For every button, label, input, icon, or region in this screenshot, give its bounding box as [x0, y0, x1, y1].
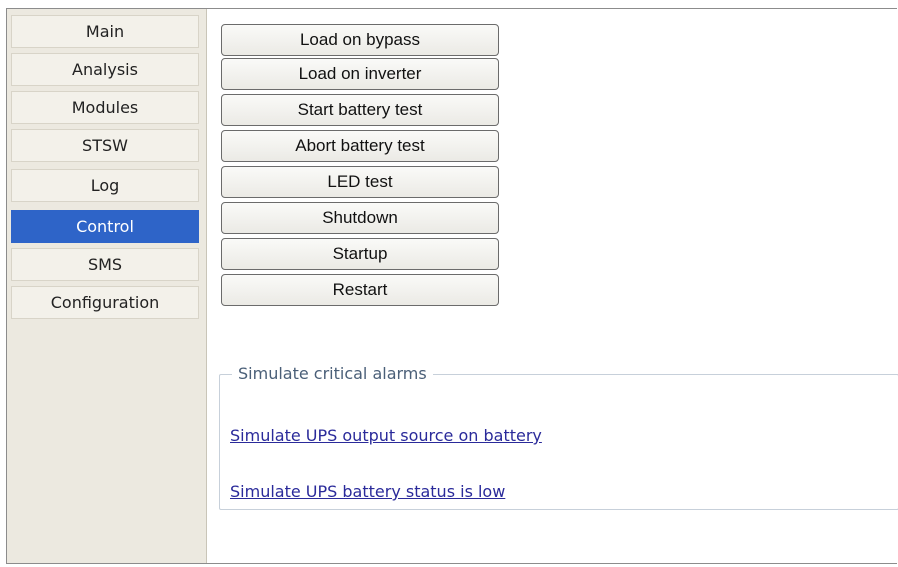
load-on-bypass-button[interactable]: Load on bypass — [221, 24, 499, 56]
app-frame: Main Analysis Modules STSW Log Control S… — [6, 8, 898, 564]
led-test-button[interactable]: LED test — [221, 166, 499, 198]
sidebar-item-analysis[interactable]: Analysis — [11, 53, 199, 86]
sidebar-item-log[interactable]: Log — [11, 169, 199, 202]
sidebar-item-control[interactable]: Control — [11, 210, 199, 243]
restart-button[interactable]: Restart — [221, 274, 499, 306]
load-on-inverter-button[interactable]: Load on inverter — [221, 58, 499, 90]
simulate-alarms-legend: Simulate critical alarms — [232, 364, 433, 383]
sidebar-item-sms[interactable]: SMS — [11, 248, 199, 281]
sidebar-item-stsw[interactable]: STSW — [11, 129, 199, 162]
control-panel: Load on bypass Load on inverter Start ba… — [207, 9, 898, 563]
simulate-alarms-group: Simulate critical alarms Simulate UPS ou… — [219, 364, 898, 510]
abort-battery-test-button[interactable]: Abort battery test — [221, 130, 499, 162]
start-battery-test-button[interactable]: Start battery test — [221, 94, 499, 126]
simulate-battery-low-link[interactable]: Simulate UPS battery status is low — [230, 482, 505, 501]
sidebar-item-modules[interactable]: Modules — [11, 91, 199, 124]
shutdown-button[interactable]: Shutdown — [221, 202, 499, 234]
simulate-output-on-battery-link[interactable]: Simulate UPS output source on battery — [230, 426, 542, 445]
sidebar-item-configuration[interactable]: Configuration — [11, 286, 199, 319]
sidebar-nav: Main Analysis Modules STSW Log Control S… — [7, 9, 207, 563]
startup-button[interactable]: Startup — [221, 238, 499, 270]
sidebar-item-main[interactable]: Main — [11, 15, 199, 48]
